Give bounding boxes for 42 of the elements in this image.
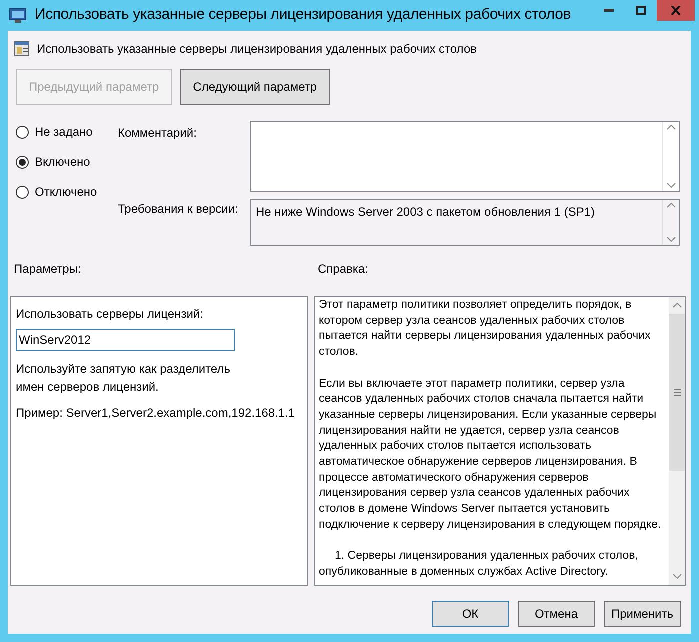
scroll-up-icon <box>672 303 682 308</box>
field-label: Использовать серверы лицензий: <box>16 306 204 323</box>
scroll-down-icon <box>666 183 676 188</box>
dialog-button[interactable]: ОК <box>432 601 509 627</box>
radio-button[interactable] <box>16 126 29 138</box>
scroll-down-icon <box>666 237 676 242</box>
maximize-icon <box>636 6 646 15</box>
hint-text: Используйте запятую как разделитель имен серверов лицензий. <box>16 361 232 396</box>
radio-button[interactable] <box>16 156 29 168</box>
scroll-up-icon <box>666 203 676 208</box>
policy-icon <box>14 41 30 57</box>
dialog-button[interactable]: Отмена <box>518 601 595 627</box>
example-text: Пример: Server1,Server2.example.com,192.168.1.1 <box>16 405 296 422</box>
help-paragraph: Если вы включаете этот параметр политики, сервер узла сеансов удаленных рабочих столов сначала пытается найти указанные серверы лицензирования. Если указанные серверы лицензирования найти не удается, сервер узла сеансов удаленных рабочих столов пытается использовать автоматическое обнаружение серверов лицензирования. В процессе автоматического обнаружения серверов лицензирования сервер узла сеансов удаленных рабочих столов в домене Windows Server пытается установить подключение к серверу лицензирования в следующем порядке. <box>319 376 662 533</box>
help-label: Справка: <box>318 261 368 278</box>
scroll-up-icon <box>666 125 676 130</box>
requirements-label: Требования к версии: <box>118 201 240 218</box>
server-input-field[interactable]: WinServ2012 <box>16 329 235 351</box>
requirements-text: Не ниже Windows Server 2003 с пакетом обновления 1 (SP1) <box>255 204 596 221</box>
scroll-down-icon <box>672 574 682 579</box>
radio-button[interactable] <box>16 186 29 198</box>
monitor-icon <box>9 8 27 24</box>
scrollbar-thumb[interactable] <box>669 314 685 471</box>
close-icon <box>671 6 681 15</box>
policy-title: Использовать указанные серверы лицензирования удаленных рабочих столов <box>37 41 477 58</box>
scrollbar[interactable] <box>662 122 679 191</box>
dialog-button[interactable]: Применить <box>604 601 681 627</box>
nav-button[interactable]: Следующий параметр <box>180 69 330 105</box>
comment-field[interactable] <box>250 121 680 192</box>
scrollbar[interactable] <box>669 297 685 585</box>
grip-icon <box>674 389 680 396</box>
help-paragraph: 1. Серверы лицензирования удаленных рабочих столов, опубликованные в доменных службах Active Directory. <box>319 549 640 580</box>
comment-label: Комментарий: <box>118 125 198 142</box>
minimize-icon <box>604 9 614 12</box>
radio-option[interactable]: Не задано <box>16 123 118 141</box>
radio-option[interactable]: Включено <box>16 153 118 171</box>
window-title: Использовать указанные серверы лицензирования удаленных рабочих столов <box>35 5 571 26</box>
close-button[interactable] <box>657 0 695 21</box>
radio-option[interactable]: Отключено <box>16 183 118 201</box>
scrollbar[interactable] <box>662 200 679 245</box>
options-label: Параметры: <box>14 261 82 278</box>
help-paragraph: Этот параметр политики позволяет определить порядок, в котором сервер узла сеансов удаленных рабочих столов пытается найти серверы лицензирования удаленных рабочих столов. <box>319 298 652 360</box>
